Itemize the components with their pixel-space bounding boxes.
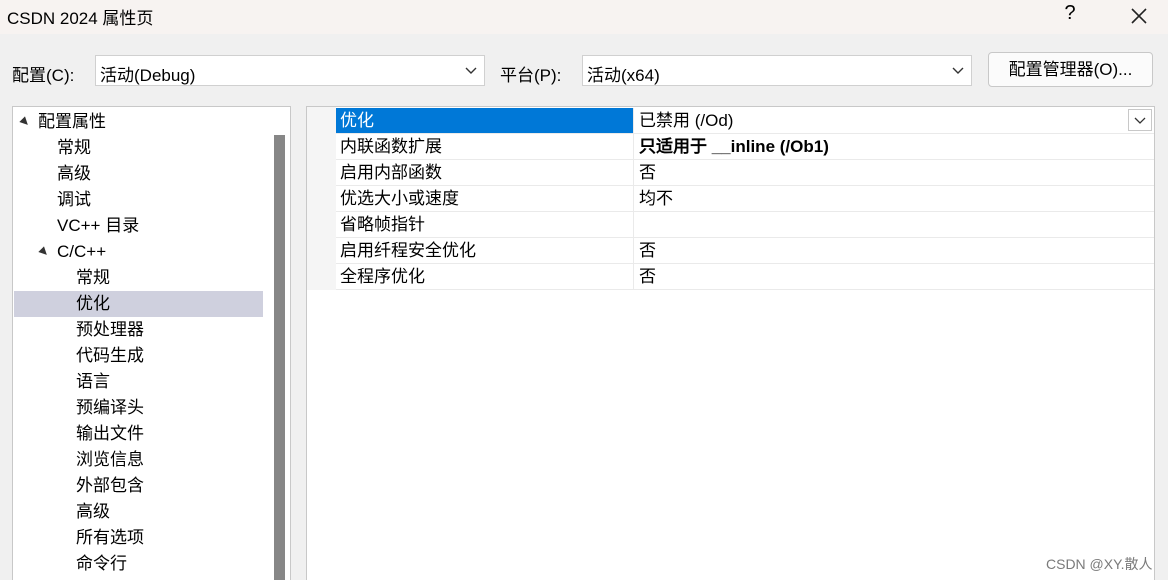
tree-item-cpp-advanced[interactable]: 高级: [76, 499, 110, 525]
property-value[interactable]: 否: [635, 238, 1154, 263]
watermark: CSDN @XY.散人: [1046, 556, 1153, 572]
platform-select-value: 活动(x64): [587, 66, 660, 85]
property-value[interactable]: 已禁用 (/Od): [635, 108, 1154, 133]
tree-item-external-includes[interactable]: 外部包含: [76, 473, 144, 499]
property-name: 优化: [336, 108, 634, 133]
tree-item-language[interactable]: 语言: [76, 369, 110, 395]
value-dropdown-button[interactable]: [1128, 109, 1152, 131]
grid-row-favor-size-speed[interactable]: 优选大小或速度 均不: [336, 186, 1154, 212]
grid-row-whole-program-optimization[interactable]: 全程序优化 否: [336, 264, 1154, 290]
grid-row-fiber-safe-optimization[interactable]: 启用纤程安全优化 否: [336, 238, 1154, 264]
chevron-down-icon: [465, 67, 477, 74]
chevron-down-icon: [952, 67, 964, 74]
grid-row-optimization[interactable]: 优化 已禁用 (/Od): [336, 108, 1154, 134]
grid-row-intrinsic-functions[interactable]: 启用内部函数 否: [336, 160, 1154, 186]
close-button[interactable]: [1126, 3, 1152, 29]
property-value[interactable]: 只适用于 __inline (/Ob1): [635, 134, 1154, 159]
tree-item-all-options[interactable]: 所有选项: [76, 525, 144, 551]
tree-item-optimization[interactable]: 优化: [14, 291, 263, 317]
title-bar: CSDN 2024 属性页 ?: [0, 0, 1168, 34]
grid-row-omit-frame-pointers[interactable]: 省略帧指针: [336, 212, 1154, 238]
property-name: 启用纤程安全优化: [336, 238, 634, 263]
property-value[interactable]: 否: [635, 160, 1154, 185]
tree-node-label: C/C++: [57, 242, 107, 261]
tree-item-cpp-general[interactable]: 常规: [76, 265, 110, 291]
expanded-triangle-icon: [38, 246, 50, 258]
tree-node-label: 配置属性: [38, 112, 106, 131]
property-value[interactable]: 否: [635, 264, 1154, 289]
chevron-down-icon: [1134, 117, 1146, 124]
tree-item-precompiled-headers[interactable]: 预编译头: [76, 395, 144, 421]
config-select[interactable]: 活动(Debug): [95, 55, 485, 86]
tree-item-code-generation[interactable]: 代码生成: [76, 343, 144, 369]
tree-item-command-line[interactable]: 命令行: [76, 551, 127, 577]
tree-item-advanced[interactable]: 高级: [57, 161, 91, 187]
configuration-manager-button[interactable]: 配置管理器(O)...: [988, 52, 1153, 87]
property-value[interactable]: 均不: [635, 186, 1154, 211]
tree-item-general[interactable]: 常规: [57, 135, 91, 161]
tree-node-config-properties[interactable]: 配置属性: [19, 109, 271, 135]
grid-row-inline-expansion[interactable]: 内联函数扩展 只适用于 __inline (/Ob1): [336, 134, 1154, 160]
tree-item-output-files[interactable]: 输出文件: [76, 421, 144, 447]
property-name: 优选大小或速度: [336, 186, 634, 211]
property-name: 启用内部函数: [336, 160, 634, 185]
tree-scrollbar-thumb[interactable]: [274, 135, 285, 580]
tree-node-cpp[interactable]: C/C++: [38, 239, 270, 265]
property-tree: 配置属性 常规 高级 调试 VC++ 目录 C/C++ 常规 优化 预处理器 代…: [12, 106, 291, 580]
property-name: 全程序优化: [336, 264, 634, 289]
help-button[interactable]: ?: [1060, 2, 1080, 28]
property-name: 内联函数扩展: [336, 134, 634, 159]
grid-gutter: [307, 107, 336, 290]
property-grid: 优化 已禁用 (/Od) 内联函数扩展 只适用于 __inline (/Ob1)…: [306, 106, 1155, 580]
window-title: CSDN 2024 属性页: [7, 9, 154, 28]
tree-item-debugging[interactable]: 调试: [57, 187, 91, 213]
platform-select[interactable]: 活动(x64): [582, 55, 972, 86]
tree-item-preprocessor[interactable]: 预处理器: [76, 317, 144, 343]
property-name: 省略帧指针: [336, 212, 634, 237]
platform-label: 平台(P):: [500, 66, 562, 85]
property-value[interactable]: [635, 212, 1154, 237]
expanded-triangle-icon: [19, 116, 31, 128]
config-label: 配置(C):: [12, 66, 75, 85]
close-icon: [1131, 8, 1147, 24]
config-select-value: 活动(Debug): [100, 66, 196, 85]
tree-item-vc-directories[interactable]: VC++ 目录: [57, 213, 139, 239]
tree-item-browse-information[interactable]: 浏览信息: [76, 447, 144, 473]
